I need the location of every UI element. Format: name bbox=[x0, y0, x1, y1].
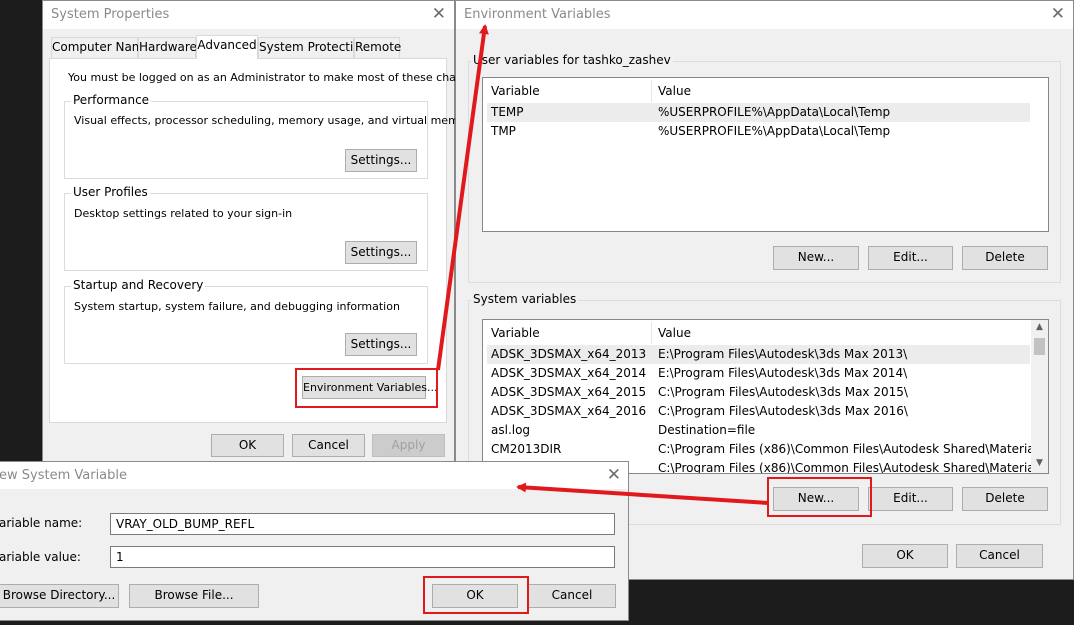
close-icon[interactable]: ✕ bbox=[1051, 5, 1065, 23]
system-edit-button[interactable]: Edit... bbox=[868, 487, 953, 511]
new-system-variable-titlebar[interactable]: ew System Variable ✕ bbox=[0, 462, 628, 489]
user-delete-button[interactable]: Delete bbox=[962, 246, 1048, 270]
user-profiles-description: Desktop settings related to your sign-in bbox=[74, 207, 293, 220]
system-variables-scrollbar[interactable]: ▲ ▼ bbox=[1031, 320, 1048, 473]
variable-name: ADSK_3DSMAX_x64_2016 bbox=[491, 404, 647, 418]
user-variables-list[interactable]: Variable Value TEMP %USERPROFILE%\AppDat… bbox=[482, 77, 1049, 232]
system-properties-ok-button[interactable]: OK bbox=[211, 434, 284, 457]
tab-system-protection[interactable]: System Protection bbox=[258, 37, 368, 58]
performance-label: Performance bbox=[71, 93, 152, 107]
system-delete-button[interactable]: Delete bbox=[962, 487, 1048, 511]
variable-name: TEMP bbox=[491, 105, 524, 119]
environment-variables-ok-button[interactable]: OK bbox=[862, 544, 948, 568]
variable-value-label: ariable value: bbox=[0, 550, 81, 564]
scroll-up-icon[interactable]: ▲ bbox=[1031, 322, 1048, 332]
variable-name: asl.log bbox=[491, 423, 531, 437]
user-new-button[interactable]: New... bbox=[773, 246, 859, 270]
scrollbar-thumb[interactable] bbox=[1034, 338, 1045, 355]
tab-computer-name[interactable]: Computer Name bbox=[51, 37, 151, 58]
environment-variables-cancel-button[interactable]: Cancel bbox=[956, 544, 1043, 568]
variable-name: ADSK_3DSMAX_x64_2014 bbox=[491, 366, 647, 380]
window-title: System Properties bbox=[51, 7, 170, 22]
column-header-value[interactable]: Value bbox=[658, 326, 691, 340]
close-icon[interactable]: ✕ bbox=[432, 5, 446, 23]
system-variables-label: System variables bbox=[471, 292, 579, 306]
variable-value: %USERPROFILE%\AppData\Local\Temp bbox=[658, 105, 891, 119]
list-item[interactable]: TMP %USERPROFILE%\AppData\Local\Temp bbox=[487, 122, 1030, 141]
list-item[interactable]: ADSK_3DSMAX_x64_2014 E:\Program Files\Au… bbox=[487, 364, 1030, 383]
list-item[interactable]: ADSK_3DSMAX_x64_2013 E:\Program Files\Au… bbox=[487, 345, 1030, 364]
variable-value: E:\Program Files\Autodesk\3ds Max 2014\ bbox=[658, 366, 908, 380]
close-icon[interactable]: ✕ bbox=[607, 466, 621, 484]
startup-recovery-label: Startup and Recovery bbox=[71, 278, 206, 292]
new-variable-ok-button[interactable]: OK bbox=[432, 584, 518, 608]
admin-notice: You must be logged on as an Administrato… bbox=[68, 71, 486, 84]
variable-value: Destination=file bbox=[658, 423, 756, 437]
system-properties-apply-button[interactable]: Apply bbox=[372, 434, 445, 457]
variable-value: %USERPROFILE%\AppData\Local\Temp bbox=[658, 124, 891, 138]
startup-recovery-description: System startup, system failure, and debu… bbox=[74, 300, 400, 313]
list-item[interactable]: TEMP %USERPROFILE%\AppData\Local\Temp bbox=[487, 103, 1030, 122]
variable-name: ADSK_3DSMAX_x64_2015 bbox=[491, 385, 647, 399]
user-profiles-label: User Profiles bbox=[71, 185, 150, 199]
environment-variables-button[interactable]: Environment Variables... bbox=[302, 376, 438, 399]
new-system-variable-window: ew System Variable ✕ ariable name: VRAY_… bbox=[0, 461, 629, 621]
browse-directory-button[interactable]: Browse Directory... bbox=[0, 584, 119, 608]
system-new-button[interactable]: New... bbox=[773, 487, 859, 511]
user-profiles-settings-button[interactable]: Settings... bbox=[345, 241, 417, 264]
column-header-variable[interactable]: Variable bbox=[491, 326, 540, 340]
variable-name: CM2013DIR bbox=[491, 442, 562, 456]
environment-variables-titlebar[interactable]: Environment Variables ✕ bbox=[456, 1, 1073, 29]
startup-recovery-settings-button[interactable]: Settings... bbox=[345, 333, 417, 356]
system-variables-list[interactable]: Variable Value ADSK_3DSMAX_x64_2013 E:\P… bbox=[482, 319, 1049, 474]
column-separator bbox=[651, 322, 652, 344]
variable-name: TMP bbox=[491, 124, 516, 138]
variable-value: C:\Program Files (x86)\Common Files\Auto… bbox=[658, 461, 1049, 474]
system-properties-titlebar[interactable]: System Properties ✕ bbox=[43, 1, 454, 29]
variable-value: E:\Program Files\Autodesk\3ds Max 2013\ bbox=[658, 347, 908, 361]
variable-value: C:\Program Files\Autodesk\3ds Max 2015\ bbox=[658, 385, 908, 399]
startup-recovery-group: Startup and Recovery System startup, sys… bbox=[64, 278, 428, 364]
variable-value: C:\Program Files (x86)\Common Files\Auto… bbox=[658, 442, 1049, 456]
column-header-variable[interactable]: Variable bbox=[491, 84, 540, 98]
new-variable-cancel-button[interactable]: Cancel bbox=[528, 584, 616, 608]
window-title: ew System Variable bbox=[0, 468, 128, 483]
column-separator bbox=[651, 80, 652, 102]
performance-description: Visual effects, processor scheduling, me… bbox=[74, 114, 477, 127]
performance-group: Performance Visual effects, processor sc… bbox=[64, 93, 477, 179]
user-variables-label: User variables for tashko_zashev bbox=[471, 53, 673, 67]
performance-settings-button[interactable]: Settings... bbox=[345, 149, 417, 172]
user-profiles-group: User Profiles Desktop settings related t… bbox=[64, 185, 428, 271]
variable-name-label: ariable name: bbox=[0, 516, 83, 530]
tab-panel-advanced: You must be logged on as an Administrato… bbox=[49, 58, 486, 423]
tab-remote[interactable]: Remote bbox=[354, 37, 401, 58]
system-properties-cancel-button[interactable]: Cancel bbox=[292, 434, 365, 457]
scroll-down-icon[interactable]: ▼ bbox=[1031, 458, 1048, 468]
list-item[interactable]: ADSK_3DSMAX_x64_2016 C:\Program Files\Au… bbox=[487, 402, 1030, 421]
list-item[interactable]: asl.log Destination=file bbox=[487, 421, 1030, 440]
tab-hardware[interactable]: Hardware bbox=[138, 37, 197, 58]
variable-value-input[interactable]: 1 bbox=[110, 546, 615, 568]
list-item[interactable]: CM2013DIR C:\Program Files (x86)\Common … bbox=[487, 440, 1048, 459]
browse-file-button[interactable]: Browse File... bbox=[129, 584, 259, 608]
tab-advanced[interactable]: Advanced bbox=[196, 35, 258, 59]
system-properties-window: System Properties ✕ Computer Name Hardwa… bbox=[42, 0, 486, 462]
window-title: Environment Variables bbox=[464, 7, 611, 22]
variable-value: C:\Program Files\Autodesk\3ds Max 2016\ bbox=[658, 404, 908, 418]
column-header-value[interactable]: Value bbox=[658, 84, 691, 98]
user-edit-button[interactable]: Edit... bbox=[868, 246, 953, 270]
variable-name-input[interactable]: VRAY_OLD_BUMP_REFL bbox=[110, 513, 615, 535]
list-item[interactable]: ADSK_3DSMAX_x64_2015 C:\Program Files\Au… bbox=[487, 383, 1030, 402]
variable-name: ADSK_3DSMAX_x64_2013 bbox=[491, 347, 647, 361]
